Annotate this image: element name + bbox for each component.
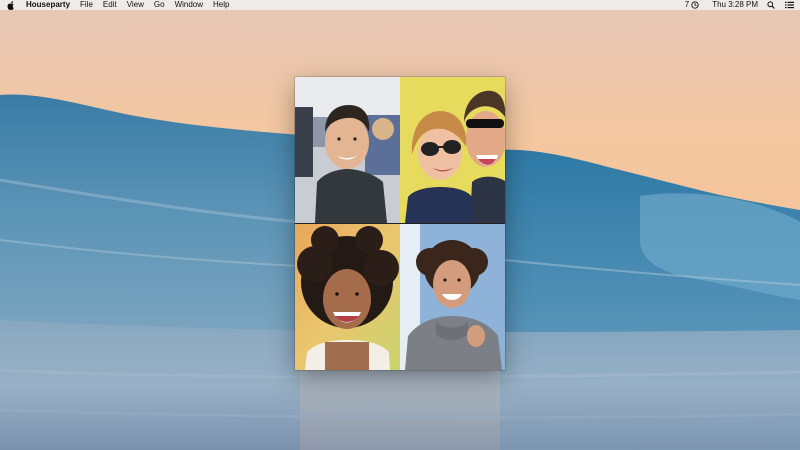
status-number: 7 <box>684 0 690 9</box>
menu-bar: Houseparty File Edit View Go Window Help… <box>0 0 800 10</box>
video-call-window[interactable] <box>295 77 505 370</box>
apple-logo-icon[interactable] <box>6 0 16 10</box>
menu-extras: 7 Thu 3:28 PM <box>685 0 794 10</box>
menu-view[interactable]: View <box>127 0 144 10</box>
participant-video-4[interactable] <box>400 224 505 370</box>
menu-app-name[interactable]: Houseparty <box>26 0 70 10</box>
menu-clock[interactable]: Thu 3:28 PM <box>712 0 758 10</box>
notification-center-icon[interactable] <box>784 0 794 10</box>
desktop: Houseparty File Edit View Go Window Help… <box>0 0 800 450</box>
menu-file[interactable]: File <box>80 0 93 10</box>
menu-edit[interactable]: Edit <box>103 0 117 10</box>
menu-window[interactable]: Window <box>175 0 203 10</box>
status-item[interactable]: 7 <box>685 0 700 10</box>
time-machine-icon <box>690 0 700 10</box>
participant-video-1[interactable] <box>295 77 400 223</box>
participant-video-2[interactable] <box>400 77 505 223</box>
spotlight-search-icon[interactable] <box>766 0 776 10</box>
menu-go[interactable]: Go <box>154 0 165 10</box>
participant-video-3[interactable] <box>295 224 400 370</box>
menu-help[interactable]: Help <box>213 0 229 10</box>
